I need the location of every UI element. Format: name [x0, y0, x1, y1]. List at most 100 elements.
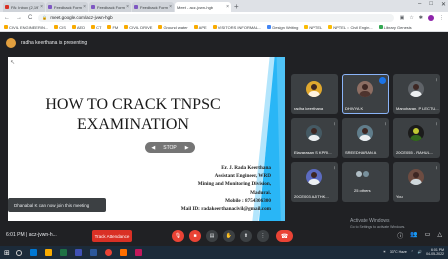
reload-icon[interactable]: C [28, 15, 32, 21]
camera-icon[interactable]: ▣ [400, 15, 405, 21]
next-slide-icon[interactable]: ▶ [185, 145, 189, 151]
participant-avatar [306, 125, 322, 141]
captions-button[interactable]: ▤ [206, 230, 218, 242]
more-options-button[interactable]: ⋮ [257, 230, 269, 242]
forms-icon [134, 5, 138, 9]
bookmark-item[interactable]: CIVIL DRIVE [124, 25, 152, 30]
mic-off-button[interactable]: 🎙 [172, 230, 184, 242]
browser-tab-strip: PA: Inbox (2,197) - reloaderm.rs@su...× … [0, 0, 448, 36]
profile-avatar[interactable] [428, 14, 434, 21]
self-avatar [408, 169, 424, 185]
page-icon [267, 25, 272, 29]
system-clock[interactable]: 6:01 PM 04-05-2022 [426, 248, 444, 256]
chrome-icon[interactable] [104, 249, 112, 256]
menu-icon[interactable]: ⋮ [439, 15, 444, 21]
track-attendance-button[interactable]: Track Attendance [92, 230, 132, 242]
folder-icon [124, 25, 129, 29]
participant-tile[interactable]: DHIVYA K [342, 74, 389, 114]
bookmark-item[interactable]: Ground water [158, 25, 188, 30]
browser-tab[interactable]: Feedback Form : How to crack T...× [132, 2, 174, 12]
minimize-icon[interactable]: – [418, 1, 421, 8]
close-tab-icon[interactable]: × [83, 4, 86, 10]
bookmark-item[interactable]: CIVIL ENGINEERIN... [4, 25, 48, 30]
folder-icon [54, 25, 59, 29]
system-tray: ☀ 33°C Haze ⌃ 🔊 6:01 PM 04-05-2022 [382, 248, 444, 256]
participant-tile[interactable]: ⁝ 20CE055 - RAHUL... [393, 118, 440, 158]
speaking-indicator-icon [379, 77, 386, 84]
bookmark-item[interactable]: Library Genesis [378, 25, 412, 30]
browser-tab[interactable]: Feedback Form : How to crack T...× [46, 2, 88, 12]
gmail-icon [5, 5, 9, 9]
previous-slide-icon[interactable]: ◀ [151, 145, 155, 151]
meet-stage: radha keerthana is presenting ↖ HOW TO C… [0, 32, 448, 226]
presenter-banner: radha keerthana is presenting [6, 38, 87, 48]
join-notification: Dhanabal K can now join this meeting [8, 198, 106, 212]
close-window-icon[interactable]: ✕ [441, 1, 446, 8]
participant-avatar [306, 81, 322, 97]
app-icon[interactable] [134, 249, 142, 256]
bookmark-item[interactable]: NPTEL [304, 25, 322, 30]
extensions-icon[interactable]: ✱ [419, 15, 423, 21]
present-button[interactable]: ⬆ [240, 230, 252, 242]
people-icon[interactable]: 👥 [410, 231, 417, 240]
forms-icon [91, 5, 95, 9]
network-icon[interactable]: ⌃ [411, 250, 414, 254]
forms-icon [48, 5, 52, 9]
close-tab-icon[interactable]: × [226, 4, 229, 10]
vlc-icon[interactable] [119, 249, 127, 256]
camera-off-button[interactable]: ■ [189, 230, 201, 242]
folder-icon[interactable] [44, 249, 52, 256]
participant-tile[interactable]: radha keerthana [291, 74, 338, 114]
bookmark-item[interactable]: CIS [54, 25, 66, 30]
bookmark-item[interactable]: Design Writing [267, 25, 298, 30]
store-icon[interactable] [74, 249, 82, 256]
leave-call-button[interactable]: ☎ [276, 230, 293, 242]
browser-tab[interactable]: Feedback Form : How to crack T...× [89, 2, 131, 12]
bookmark-item[interactable]: CT [91, 25, 101, 30]
windows-start-icon[interactable]: ⊞ [4, 249, 10, 257]
participant-tile[interactable]: ⁝ Manoharan. P LECTU... [393, 74, 440, 114]
bookmark-star-icon[interactable]: ☆ [409, 15, 413, 21]
volume-icon[interactable]: 🔊 [418, 250, 422, 254]
info-icon[interactable]: ⓘ [397, 231, 403, 240]
forward-icon[interactable]: → [16, 15, 22, 21]
address-bar-row: ← → C 🔒 meet.google.com/acz-jvwn-hgb ▣ ☆… [0, 12, 448, 23]
stop-presenting-button[interactable]: STOP [163, 145, 177, 151]
word-icon[interactable] [89, 249, 97, 256]
close-tab-icon[interactable]: × [126, 4, 129, 10]
url-input[interactable]: 🔒 meet.google.com/acz-jvwn-hgb [38, 13, 394, 22]
slide-title: HOW TO CRACK TNPSC EXAMINATION [45, 96, 221, 133]
participant-tile[interactable]: ⁝ 20CE003 AJITHK... [291, 162, 338, 202]
participant-tile[interactable]: ⁝ Elavarasan S KPRI... [291, 118, 338, 158]
browser-tab[interactable]: PA: Inbox (2,197) - reloaderm.rs@su...× [3, 2, 45, 12]
participant-avatar [408, 81, 424, 97]
bookmark-item[interactable]: FM [107, 25, 118, 30]
page-icon [328, 25, 333, 29]
new-tab-button[interactable]: + [234, 2, 239, 12]
weather-icon: ☀ [382, 250, 386, 254]
chat-icon[interactable]: ▭ [425, 231, 431, 240]
raise-hand-button[interactable]: ✋ [223, 230, 235, 242]
slide-controls[interactable]: ◀ STOP ▶ [145, 142, 195, 153]
maximize-icon[interactable]: □ [429, 1, 433, 8]
bookmarks-bar: CIVIL ENGINEERIN... CIS AED CT FM CIVIL … [0, 23, 448, 32]
bookmark-item[interactable]: AED [71, 25, 85, 30]
mic-muted-icon: ⁝ [435, 165, 437, 170]
extensions-area: ▣ ☆ ✱ ⋮ [400, 14, 444, 21]
excel-icon[interactable] [59, 249, 67, 256]
lock-icon: 🔒 [42, 15, 48, 20]
self-tile[interactable]: ⁝ You [393, 162, 440, 202]
edge-icon[interactable] [29, 249, 37, 256]
back-icon[interactable]: ← [4, 15, 10, 21]
bookmark-item[interactable]: APE [193, 25, 207, 30]
browser-tab-active[interactable]: Meet - acz-jvwn-hgb × [0, 2, 231, 36]
mic-muted-icon: ⁝ [333, 165, 335, 170]
search-icon[interactable] [15, 249, 22, 256]
bookmark-item[interactable]: VISITORS INFORMAL... [212, 25, 261, 30]
bookmark-item[interactable]: NPTEL :: Civil Engin... [328, 25, 373, 30]
others-tile[interactable]: 25 others [342, 162, 389, 202]
close-tab-icon[interactable]: × [40, 4, 43, 10]
activities-icon[interactable]: △ [437, 231, 442, 240]
participant-tile[interactable]: ⁝ SREEDHARAN A [342, 118, 389, 158]
close-tab-icon[interactable]: × [169, 4, 172, 10]
